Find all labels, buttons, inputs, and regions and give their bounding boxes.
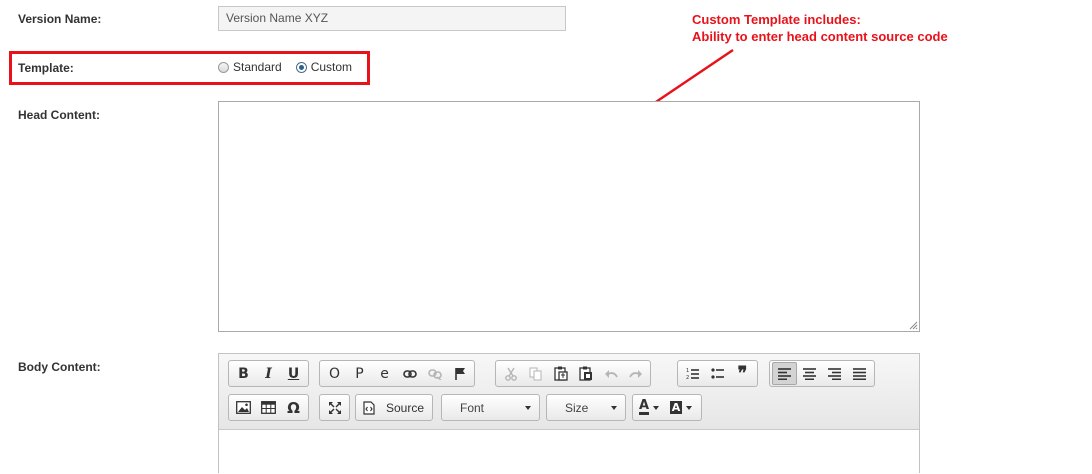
undo-icon[interactable] [598, 362, 623, 385]
paste-word-icon[interactable] [573, 362, 598, 385]
resize-grip-icon[interactable] [909, 321, 918, 330]
special-char-omega-icon[interactable]: Ω [281, 396, 306, 419]
p-format-button[interactable]: P [347, 362, 372, 385]
bulleted-list-icon[interactable] [705, 362, 730, 385]
maximize-group [319, 394, 350, 421]
chevron-down-icon [653, 405, 660, 410]
align-right-icon[interactable] [822, 362, 847, 385]
insert-media-group: Ω [228, 394, 309, 421]
source-icon [358, 396, 380, 419]
font-dropdown-label: Font [460, 400, 485, 415]
copy-icon[interactable] [523, 362, 548, 385]
bold-button[interactable]: B [231, 362, 256, 385]
basic-styles-group: B I U [228, 360, 309, 387]
source-button[interactable]: Source [355, 394, 434, 421]
size-dropdown[interactable]: Size [546, 394, 626, 421]
blockquote-icon[interactable]: ❞ [730, 362, 755, 385]
link-icon[interactable] [397, 362, 422, 385]
clipboard-group [495, 360, 651, 387]
head-content-textarea[interactable] [218, 101, 920, 332]
table-icon[interactable] [256, 396, 281, 419]
anchor-flag-icon[interactable] [447, 362, 472, 385]
body-content-editor: B I U O P e 1 2 ❞ Ω Source Font Size A A [218, 353, 920, 474]
unlink-icon[interactable] [422, 362, 447, 385]
list-group: 12 ❞ [677, 360, 758, 387]
image-icon[interactable] [231, 396, 256, 419]
svg-text:2: 2 [686, 375, 689, 380]
text-color-button[interactable]: A [635, 396, 667, 419]
editor-toolbar: B I U O P e 1 2 ❞ Ω Source Font Size A A [219, 354, 919, 430]
chevron-down-icon [525, 405, 531, 410]
head-content-label: Head Content: [18, 108, 100, 122]
editor-content-area[interactable] [219, 430, 919, 474]
e-format-button[interactable]: e [372, 362, 397, 385]
chevron-down-icon [611, 405, 617, 410]
align-center-icon[interactable] [797, 362, 822, 385]
maximize-icon[interactable] [322, 396, 347, 419]
redo-icon[interactable] [623, 362, 648, 385]
numbered-list-icon[interactable]: 12 [680, 362, 705, 385]
cut-icon[interactable] [498, 362, 523, 385]
source-label: Source [386, 400, 425, 415]
underline-button[interactable]: U [281, 362, 306, 385]
paste-icon[interactable] [548, 362, 573, 385]
text-color-icon: A [638, 398, 650, 415]
bg-color-icon: A [669, 401, 683, 414]
color-group: A A [632, 394, 702, 421]
svg-text:1: 1 [686, 368, 689, 374]
size-dropdown-label: Size [565, 400, 589, 415]
font-dropdown[interactable]: Font [441, 394, 540, 421]
body-content-label: Body Content: [18, 360, 101, 374]
chevron-down-icon [686, 405, 693, 410]
justify-icon[interactable] [847, 362, 872, 385]
align-left-icon[interactable] [772, 362, 797, 385]
align-group [769, 360, 875, 387]
o-format-button[interactable]: O [322, 362, 347, 385]
italic-button[interactable]: I [256, 362, 281, 385]
insert-group: O P e [319, 360, 475, 387]
bg-color-button[interactable]: A [667, 396, 699, 419]
